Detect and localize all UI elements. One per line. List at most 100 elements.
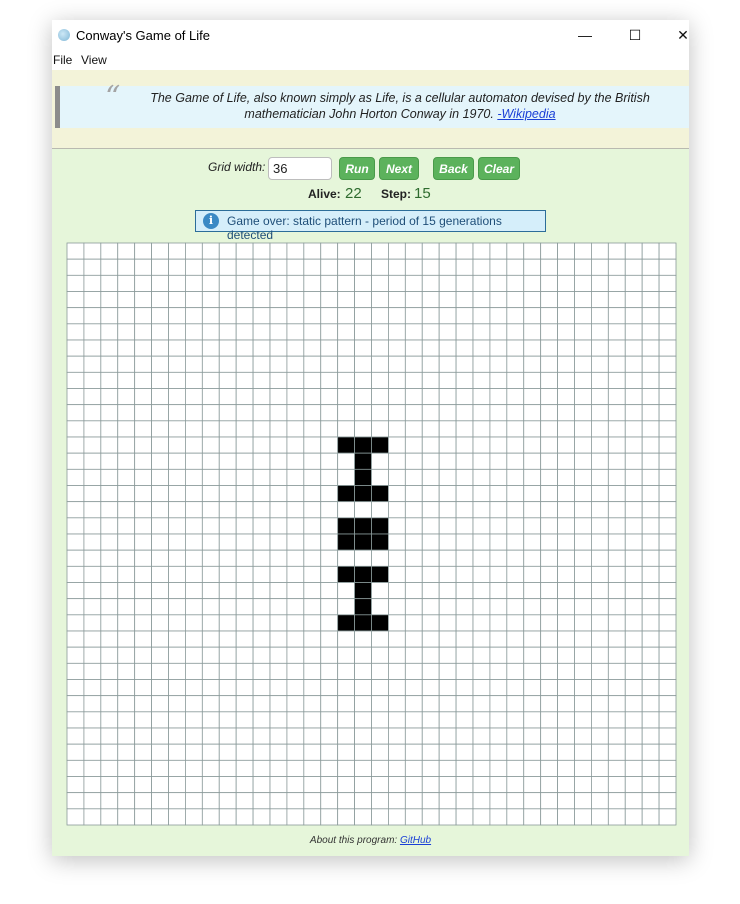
cell-dead[interactable] [540, 420, 558, 438]
cell-dead[interactable] [185, 630, 203, 648]
cell-dead[interactable] [134, 339, 152, 357]
menu-file[interactable]: File [53, 53, 72, 67]
grid-width-input[interactable] [268, 157, 332, 180]
cell-dead[interactable] [455, 274, 474, 292]
cell-dead[interactable] [506, 533, 525, 551]
cell-dead[interactable] [574, 323, 592, 341]
cell-dead[interactable] [83, 776, 102, 794]
cell-dead[interactable] [371, 371, 389, 389]
cell-alive[interactable] [354, 485, 372, 503]
cell-dead[interactable] [523, 679, 542, 697]
cell-dead[interactable] [658, 404, 677, 422]
cell-dead[interactable] [354, 549, 372, 567]
cell-dead[interactable] [117, 679, 136, 697]
cell-dead[interactable] [388, 291, 406, 309]
cell-dead[interactable] [185, 501, 203, 519]
cell-dead[interactable] [472, 436, 491, 454]
cell-dead[interactable] [624, 307, 643, 325]
cell-dead[interactable] [607, 711, 626, 729]
cell-dead[interactable] [252, 323, 271, 341]
cell-dead[interactable] [489, 323, 508, 341]
cell-dead[interactable] [607, 776, 626, 794]
cell-dead[interactable] [252, 258, 271, 276]
cell-dead[interactable] [421, 468, 440, 486]
cell-dead[interactable] [134, 404, 152, 422]
cell-dead[interactable] [83, 695, 102, 713]
cell-dead[interactable] [506, 517, 525, 535]
cell-dead[interactable] [489, 808, 508, 826]
cell-dead[interactable] [303, 485, 322, 503]
cell-dead[interactable] [574, 759, 592, 777]
cell-dead[interactable] [641, 436, 660, 454]
cell-dead[interactable] [201, 662, 220, 680]
cell-dead[interactable] [421, 808, 440, 826]
cell-dead[interactable] [100, 371, 119, 389]
cell-dead[interactable] [557, 355, 575, 373]
cell-dead[interactable] [320, 501, 339, 519]
cell-dead[interactable] [574, 711, 592, 729]
cell-dead[interactable] [506, 291, 525, 309]
cell-dead[interactable] [472, 630, 491, 648]
cell-dead[interactable] [404, 420, 423, 438]
cell-dead[interactable] [303, 291, 322, 309]
cell-dead[interactable] [557, 582, 575, 600]
cell-dead[interactable] [421, 630, 440, 648]
cell-dead[interactable] [421, 727, 440, 745]
cell-dead[interactable] [66, 452, 85, 470]
cell-dead[interactable] [388, 355, 406, 373]
cell-dead[interactable] [472, 388, 491, 406]
cell-dead[interactable] [83, 291, 102, 309]
cell-dead[interactable] [658, 452, 677, 470]
cell-dead[interactable] [523, 355, 542, 373]
cell-dead[interactable] [489, 274, 508, 292]
cell-dead[interactable] [506, 695, 525, 713]
cell-dead[interactable] [320, 485, 339, 503]
cell-dead[interactable] [168, 679, 186, 697]
cell-dead[interactable] [540, 501, 558, 519]
cell-dead[interactable] [641, 517, 660, 535]
cell-dead[interactable] [658, 565, 677, 583]
cell-dead[interactable] [354, 388, 372, 406]
cell-dead[interactable] [83, 274, 102, 292]
cell-dead[interactable] [66, 598, 85, 616]
cell-dead[interactable] [235, 711, 254, 729]
cell-dead[interactable] [489, 679, 508, 697]
cell-dead[interactable] [320, 792, 339, 810]
cell-dead[interactable] [100, 727, 119, 745]
cell-dead[interactable] [303, 388, 322, 406]
cell-dead[interactable] [83, 517, 102, 535]
cell-dead[interactable] [523, 792, 542, 810]
cell-dead[interactable] [218, 808, 237, 826]
cell-dead[interactable] [168, 662, 186, 680]
cell-dead[interactable] [624, 404, 643, 422]
cell-dead[interactable] [624, 743, 643, 761]
cell-dead[interactable] [557, 565, 575, 583]
cell-dead[interactable] [489, 468, 508, 486]
cell-dead[interactable] [523, 242, 542, 260]
cell-dead[interactable] [269, 291, 288, 309]
cell-dead[interactable] [388, 646, 406, 664]
cell-dead[interactable] [320, 517, 339, 535]
cell-dead[interactable] [421, 662, 440, 680]
cell-dead[interactable] [371, 598, 389, 616]
cell-dead[interactable] [472, 274, 491, 292]
cell-dead[interactable] [523, 517, 542, 535]
cell-dead[interactable] [168, 307, 186, 325]
cell-dead[interactable] [658, 371, 677, 389]
cell-dead[interactable] [185, 743, 203, 761]
cell-dead[interactable] [117, 323, 136, 341]
cell-dead[interactable] [303, 517, 322, 535]
cell-dead[interactable] [371, 452, 389, 470]
cell-dead[interactable] [371, 258, 389, 276]
cell-dead[interactable] [624, 291, 643, 309]
cell-dead[interactable] [472, 646, 491, 664]
cell-dead[interactable] [320, 646, 339, 664]
cell-dead[interactable] [117, 517, 136, 535]
cell-dead[interactable] [83, 355, 102, 373]
cell-dead[interactable] [100, 307, 119, 325]
cell-dead[interactable] [134, 679, 152, 697]
cell-dead[interactable] [337, 242, 355, 260]
cell-dead[interactable] [540, 291, 558, 309]
cell-dead[interactable] [472, 371, 491, 389]
cell-dead[interactable] [641, 307, 660, 325]
